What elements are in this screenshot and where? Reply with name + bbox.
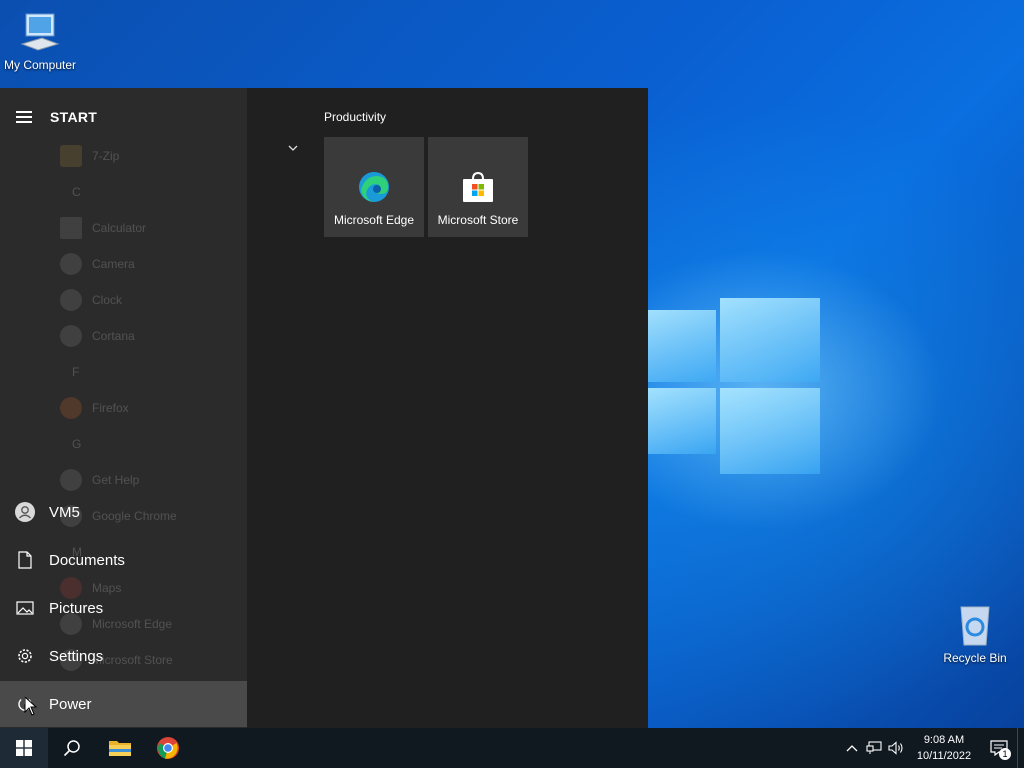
tile-group-label[interactable]: Productivity bbox=[324, 110, 386, 124]
clock-date: 10/11/2022 bbox=[916, 750, 972, 762]
file-explorer-button[interactable] bbox=[96, 728, 144, 768]
app-icon bbox=[60, 145, 82, 167]
show-hidden-icons-button[interactable] bbox=[841, 728, 863, 768]
chevron-up-icon bbox=[846, 745, 858, 752]
sidebar-item-settings[interactable]: Settings bbox=[0, 633, 247, 679]
user-avatar-icon bbox=[14, 502, 35, 522]
edge-icon bbox=[359, 172, 389, 202]
system-tray: 9:08 AM 10/11/2022 1 bbox=[841, 728, 1024, 768]
cortana-icon bbox=[60, 325, 82, 347]
sidebar-item-label: Documents bbox=[49, 551, 125, 569]
show-desktop-button[interactable] bbox=[1017, 728, 1024, 768]
help-icon bbox=[60, 469, 82, 491]
desktop-icon-label: Recycle Bin bbox=[943, 651, 1007, 665]
taskbar: 9:08 AM 10/11/2022 1 bbox=[0, 728, 1024, 768]
start-button[interactable] bbox=[0, 728, 48, 768]
app-list-item[interactable]: Clock bbox=[60, 282, 240, 318]
start-menu-sidebar: START 7-Zip C Calculator Camera Clock Co… bbox=[0, 88, 247, 728]
hamburger-menu-icon[interactable] bbox=[16, 108, 32, 126]
app-list-item[interactable]: 7-Zip bbox=[60, 138, 240, 174]
start-header: START bbox=[16, 108, 97, 126]
tile-microsoft-store[interactable]: Microsoft Store bbox=[428, 137, 528, 237]
windows-logo-icon bbox=[16, 740, 32, 756]
chrome-button[interactable] bbox=[144, 728, 192, 768]
computer-icon bbox=[20, 13, 60, 51]
sidebar-item-label: Settings bbox=[49, 647, 104, 665]
firefox-icon bbox=[60, 397, 82, 419]
clock-icon bbox=[60, 289, 82, 311]
tile-label: Microsoft Store bbox=[437, 213, 519, 227]
desktop-icon-label: My Computer bbox=[3, 58, 77, 72]
clock-time: 9:08 AM bbox=[923, 734, 965, 746]
app-list-letter[interactable]: F bbox=[60, 354, 240, 390]
chrome-icon bbox=[157, 737, 179, 759]
desktop-icon-recycle-bin[interactable]: Recycle Bin bbox=[935, 603, 1015, 665]
clock[interactable]: 9:08 AM 10/11/2022 bbox=[907, 732, 981, 764]
sidebar-item-user[interactable]: VM5 bbox=[0, 489, 247, 535]
app-list-item[interactable]: Camera bbox=[60, 246, 240, 282]
gear-icon bbox=[17, 649, 32, 663]
speaker-icon bbox=[888, 741, 903, 755]
search-button[interactable] bbox=[48, 728, 96, 768]
pictures-icon bbox=[15, 601, 34, 615]
app-list-letter[interactable]: C bbox=[60, 174, 240, 210]
tile-microsoft-edge[interactable]: Microsoft Edge bbox=[324, 137, 424, 237]
desktop-icon-my-computer[interactable]: My Computer bbox=[0, 10, 80, 72]
network-button[interactable] bbox=[863, 728, 885, 768]
tile-label: Microsoft Edge bbox=[333, 213, 415, 227]
camera-icon bbox=[60, 253, 82, 275]
calculator-icon bbox=[60, 217, 82, 239]
sidebar-item-label: VM5 bbox=[49, 503, 80, 521]
wallpaper-windows-logo bbox=[640, 290, 825, 480]
sidebar-item-pictures[interactable]: Pictures bbox=[0, 585, 247, 631]
chevron-down-icon[interactable] bbox=[286, 143, 300, 153]
app-list-letter[interactable]: G bbox=[60, 426, 240, 462]
recycle-bin-icon bbox=[960, 606, 990, 646]
store-icon bbox=[463, 171, 493, 202]
volume-button[interactable] bbox=[885, 728, 907, 768]
app-list-item[interactable]: Calculator bbox=[60, 210, 240, 246]
network-icon bbox=[866, 741, 882, 754]
sidebar-item-label: Power bbox=[49, 695, 92, 713]
app-list-item[interactable]: Cortana bbox=[60, 318, 240, 354]
notification-count-badge: 1 bbox=[999, 748, 1011, 760]
action-center-button[interactable]: 1 bbox=[981, 728, 1017, 768]
sidebar-item-label: Pictures bbox=[49, 599, 104, 617]
app-list-item[interactable]: Firefox bbox=[60, 390, 240, 426]
mouse-cursor-icon bbox=[24, 696, 38, 716]
start-menu: START 7-Zip C Calculator Camera Clock Co… bbox=[0, 88, 648, 728]
sidebar-item-documents[interactable]: Documents bbox=[0, 537, 247, 583]
folder-icon bbox=[109, 741, 131, 756]
document-icon bbox=[17, 551, 32, 569]
search-icon bbox=[63, 740, 80, 757]
start-title: START bbox=[50, 109, 98, 125]
